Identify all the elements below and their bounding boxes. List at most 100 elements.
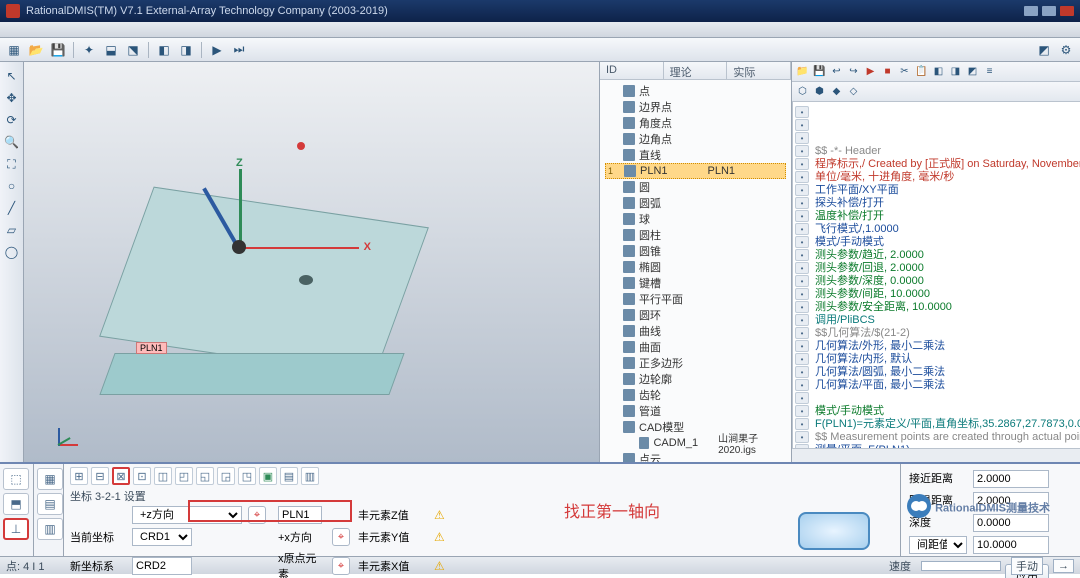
x-dir-label: +x方向 [278, 529, 326, 545]
tree-item[interactable]: 圆环 [605, 307, 786, 323]
ct-save[interactable]: 💾 [812, 64, 827, 79]
tree-body[interactable]: 点边界点角度点边角点直线1PLN1PLN1圆圆弧球圆柱圆锥椭圆键槽平行平面圆环曲… [600, 80, 791, 462]
tab-b1[interactable]: ▦ [37, 468, 63, 490]
ct-folder[interactable]: 📁 [795, 64, 810, 79]
close-button[interactable] [1060, 6, 1074, 16]
tool-view1[interactable]: ◧ [154, 40, 174, 60]
ct-copy[interactable]: 📋 [914, 64, 929, 79]
sb-9[interactable]: ◳ [238, 467, 256, 485]
tool-report[interactable]: ◩ [1034, 40, 1054, 60]
pick-origin[interactable]: ⌖ [332, 557, 350, 575]
speed-slider[interactable] [921, 561, 1001, 571]
tree-item[interactable]: 圆 [605, 179, 786, 195]
tab-a2[interactable]: ⬒ [3, 493, 29, 515]
sb-10[interactable]: ▣ [259, 467, 277, 485]
ct-c4[interactable]: ◇ [846, 84, 861, 99]
spacing-mode[interactable]: 间距值 [909, 536, 967, 554]
tool-step[interactable]: ⏭ [229, 40, 249, 60]
tab-a1[interactable]: ⬚ [3, 468, 29, 490]
ct-run[interactable]: ▶ [863, 64, 878, 79]
tree-item[interactable]: 管道 [605, 403, 786, 419]
tree-item[interactable]: 1PLN1PLN1 [605, 163, 786, 179]
z-feat[interactable] [278, 506, 322, 524]
tree-item[interactable]: 边角点 [605, 131, 786, 147]
tree-item[interactable]: 平行平面 [605, 291, 786, 307]
lt-line[interactable]: ╱ [2, 198, 22, 218]
h-scrollbar[interactable] [792, 448, 1080, 462]
tool-open[interactable]: 📂 [26, 40, 46, 60]
sb-7[interactable]: ◱ [196, 467, 214, 485]
tree-item[interactable]: 圆柱 [605, 227, 786, 243]
lt-probe[interactable]: ○ [2, 176, 22, 196]
ct-b3[interactable]: ◩ [965, 64, 980, 79]
sb-1[interactable]: ⊞ [70, 467, 88, 485]
ct-cut[interactable]: ✂ [897, 64, 912, 79]
tree-item[interactable]: 点云 [605, 451, 786, 462]
warn-icon: ⚠ [434, 508, 458, 522]
tool-save[interactable]: 💾 [48, 40, 68, 60]
ct-b4[interactable]: ≡ [982, 64, 997, 79]
lt-plane[interactable]: ▱ [2, 220, 22, 240]
tool-probe1[interactable]: ✦ [79, 40, 99, 60]
max-button[interactable] [1042, 6, 1056, 16]
lbl-newcrd: 新坐标系 [70, 558, 126, 574]
ct-b1[interactable]: ◧ [931, 64, 946, 79]
tree-item[interactable]: 圆弧 [605, 195, 786, 211]
sb-12[interactable]: ▥ [301, 467, 319, 485]
tree-item[interactable]: 角度点 [605, 115, 786, 131]
lt-rotate[interactable]: ⟳ [2, 110, 22, 130]
min-button[interactable] [1024, 6, 1038, 16]
tree-item[interactable]: 曲面 [605, 339, 786, 355]
sb-11[interactable]: ▤ [280, 467, 298, 485]
sb-4[interactable]: ⊡ [133, 467, 151, 485]
3d-viewport[interactable]: PLN1 [24, 62, 600, 462]
tree-item[interactable]: CADM_1山涧果子2020.igs [605, 435, 786, 451]
tree-item[interactable]: 边轮廓 [605, 371, 786, 387]
tree-item[interactable]: 齿轮 [605, 387, 786, 403]
ct-c1[interactable]: ⬡ [795, 84, 810, 99]
sb-3[interactable]: ⊠ [112, 467, 130, 485]
tab-b3[interactable]: ▥ [37, 518, 63, 540]
ct-stop[interactable]: ■ [880, 64, 895, 79]
tree-item[interactable]: 键槽 [605, 275, 786, 291]
pick-x[interactable]: ⌖ [332, 528, 350, 546]
ct-k1[interactable]: ↩ [829, 64, 844, 79]
tool-run[interactable]: ▶ [207, 40, 227, 60]
sb-8[interactable]: ◲ [217, 467, 235, 485]
sb-2[interactable]: ⊟ [91, 467, 109, 485]
tree-item[interactable]: 圆锥 [605, 243, 786, 259]
tool-probe2[interactable]: ⬓ [101, 40, 121, 60]
ct-c2[interactable]: ⬢ [812, 84, 827, 99]
tool-cfg[interactable]: ⚙ [1056, 40, 1076, 60]
lt-pan[interactable]: ✥ [2, 88, 22, 108]
curr-crd-select[interactable]: CRD1 [132, 528, 192, 546]
lt-fit[interactable]: ⛶ [2, 154, 22, 174]
sb-5[interactable]: ◫ [154, 467, 172, 485]
pick-z[interactable]: ⌖ [248, 506, 266, 524]
ct-b2[interactable]: ◨ [948, 64, 963, 79]
tab-b2[interactable]: ▤ [37, 493, 63, 515]
sb-6[interactable]: ◰ [175, 467, 193, 485]
z-dir-select[interactable]: +z方向 [132, 506, 242, 524]
code-body[interactable]: ••••••••••••••••••••••••••••••• $$ -*- H… [792, 102, 1080, 448]
tree-item[interactable]: 曲线 [605, 323, 786, 339]
tree-item[interactable]: 点 [605, 83, 786, 99]
tree-item[interactable]: 边界点 [605, 99, 786, 115]
lt-zoom[interactable]: 🔍 [2, 132, 22, 152]
tool-new[interactable]: ▦ [4, 40, 24, 60]
tree-item[interactable]: 球 [605, 211, 786, 227]
spacing-val[interactable] [973, 536, 1049, 554]
tree-item[interactable]: 直线 [605, 147, 786, 163]
tree-item[interactable]: 椭圆 [605, 259, 786, 275]
tab-csys[interactable]: ⊥ [3, 518, 29, 540]
lt-circle[interactable]: ◯ [2, 242, 22, 262]
ct-c3[interactable]: ◆ [829, 84, 844, 99]
tool-view2[interactable]: ◨ [176, 40, 196, 60]
ct-k2[interactable]: ↪ [846, 64, 861, 79]
lt-cursor[interactable]: ↖ [2, 66, 22, 86]
tree-item[interactable]: 正多边形 [605, 355, 786, 371]
tool-probe3[interactable]: ⬔ [123, 40, 143, 60]
col-id: ID [600, 62, 664, 79]
new-crd-input[interactable] [132, 557, 192, 575]
approach-dist[interactable] [973, 470, 1049, 488]
